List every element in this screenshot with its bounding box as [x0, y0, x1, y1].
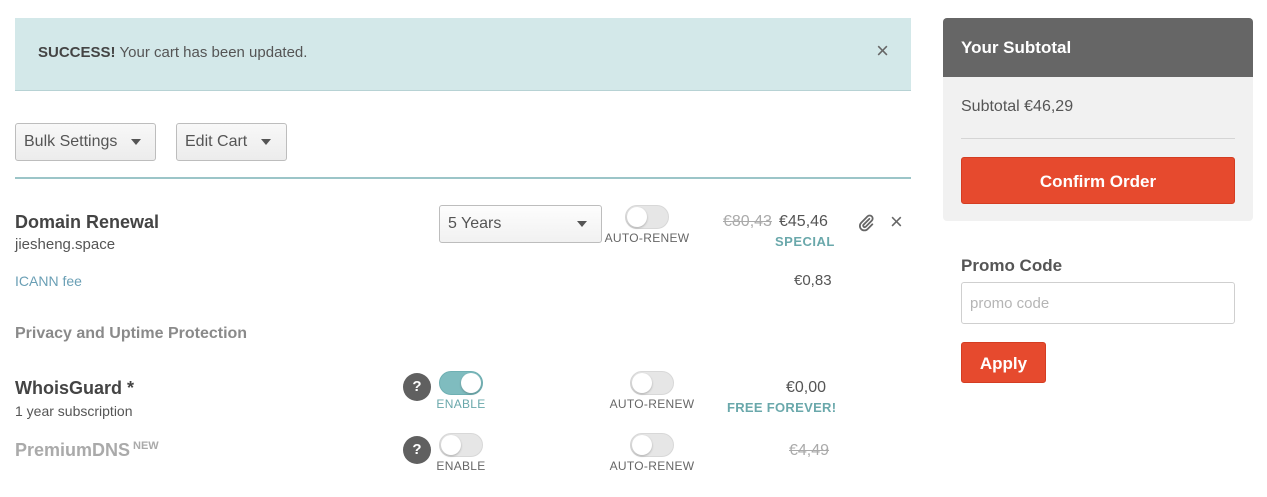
paperclip-icon[interactable]: [857, 214, 875, 236]
special-badge: SPECIAL: [775, 234, 835, 249]
success-alert: SUCCESS! Your cart has been updated. ×: [15, 18, 911, 91]
subtotal-title: Your Subtotal: [943, 18, 1253, 77]
confirm-order-button[interactable]: Confirm Order: [961, 157, 1235, 204]
whoisguard-auto-renew-toggle[interactable]: [630, 371, 674, 395]
domain-auto-renew-toggle[interactable]: [625, 205, 669, 229]
domain-renewal-title: Domain Renewal: [15, 212, 160, 232]
whoisguard-help-icon[interactable]: ?: [403, 373, 431, 401]
toggle-knob: [632, 435, 652, 455]
renewal-period-select[interactable]: 5 Years: [439, 205, 602, 243]
remove-item-close-icon[interactable]: ×: [890, 211, 903, 233]
premiumdns-title: PremiumDNS NEW: [15, 440, 159, 461]
toggle-knob: [461, 373, 481, 393]
whoisguard-title: WhoisGuard *: [15, 378, 135, 398]
domain-price: €45,46: [779, 213, 828, 230]
bulk-settings-dropdown[interactable]: Bulk Settings: [15, 123, 156, 161]
subtotal-divider: [961, 138, 1235, 139]
icann-fee-price: €0,83: [794, 272, 832, 289]
domain-name: jiesheng.space: [15, 236, 116, 253]
alert-text: Your cart has been updated.: [119, 44, 308, 61]
caret-down-icon: [131, 139, 142, 145]
renewal-period-value: 5 Years: [448, 215, 502, 232]
edit-cart-dropdown[interactable]: Edit Cart: [176, 123, 287, 161]
free-forever-badge: FREE FOREVER!: [727, 400, 837, 415]
premiumdns-name: PremiumDNS: [15, 440, 131, 460]
apply-promo-button[interactable]: Apply: [961, 342, 1046, 383]
new-badge: NEW: [133, 440, 159, 452]
whoisguard-enable-toggle[interactable]: [439, 371, 483, 395]
alert-message: SUCCESS! Your cart has been updated.: [38, 44, 307, 61]
premiumdns-price: €4,49: [789, 442, 830, 459]
promo-code-title: Promo Code: [961, 256, 1063, 275]
toggle-knob: [441, 435, 461, 455]
domain-old-price: €80,43: [723, 213, 772, 230]
domain-auto-renew-label: AUTO-RENEW: [604, 231, 690, 245]
premiumdns-enable-label: ENABLE: [436, 459, 486, 473]
alert-close-icon[interactable]: ×: [876, 40, 889, 62]
icann-fee-label: ICANN fee: [15, 273, 82, 289]
edit-cart-label: Edit Cart: [185, 133, 248, 150]
premiumdns-help-icon[interactable]: ?: [403, 436, 431, 464]
caret-down-icon: [577, 221, 587, 227]
alert-strong: SUCCESS!: [38, 44, 116, 61]
subtotal-panel: Your Subtotal Subtotal €46,29 Confirm Or…: [943, 18, 1253, 221]
bulk-settings-label: Bulk Settings: [24, 133, 118, 150]
whoisguard-auto-renew-label: AUTO-RENEW: [609, 397, 695, 411]
premiumdns-enable-toggle[interactable]: [439, 433, 483, 457]
premiumdns-auto-renew-toggle[interactable]: [630, 433, 674, 457]
subtotal-amount: Subtotal €46,29: [961, 98, 1074, 115]
whoisguard-price: €0,00: [786, 379, 827, 396]
toggle-knob: [632, 373, 652, 393]
toggle-knob: [627, 207, 647, 227]
whoisguard-subtitle: 1 year subscription: [15, 403, 133, 419]
premiumdns-auto-renew-label: AUTO-RENEW: [609, 459, 695, 473]
cart-divider: [15, 177, 911, 179]
privacy-section-title: Privacy and Uptime Protection: [15, 325, 248, 342]
whoisguard-enable-label: ENABLE: [436, 397, 486, 411]
caret-down-icon: [261, 139, 272, 145]
promo-code-input[interactable]: [961, 282, 1235, 324]
